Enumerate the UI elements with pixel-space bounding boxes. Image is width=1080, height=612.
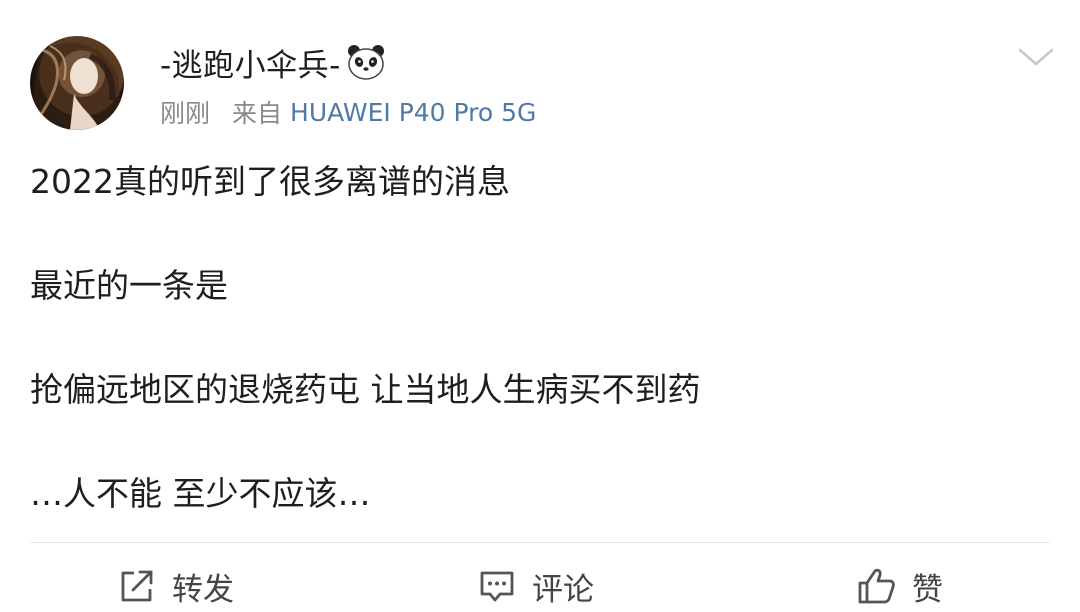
action-bar: 转发 评论 赞 — [0, 560, 1080, 612]
post-line: 2022真的听到了很多离谱的消息 — [30, 162, 510, 201]
post-meta: 刚刚 来自 HUAWEI P40 Pro 5G — [160, 92, 536, 132]
post-content: 2022真的听到了很多离谱的消息 最近的一条是 抢偏远地区的退烧药屯 让当地人生… — [30, 156, 1040, 520]
chevron-down-icon[interactable] — [1016, 44, 1056, 72]
panda-icon — [347, 44, 385, 80]
username-row: -逃跑小伞兵- — [160, 40, 385, 84]
thumbs-up-icon — [856, 567, 896, 605]
post-line: 最近的一条是 — [30, 266, 228, 305]
source-prefix: 来自 — [232, 99, 283, 128]
device-link[interactable]: HUAWEI P40 Pro 5G — [290, 98, 536, 127]
divider — [30, 542, 1050, 543]
like-label: 赞 — [912, 571, 943, 608]
username[interactable]: -逃跑小伞兵- — [160, 40, 341, 85]
repost-icon — [118, 568, 156, 604]
post-line: 抢偏远地区的退烧药屯 让当地人生病买不到药 — [30, 370, 701, 409]
comment-button[interactable]: 评论 — [478, 560, 594, 612]
post-time: 刚刚 — [160, 99, 211, 128]
repost-label: 转发 — [172, 571, 234, 608]
avatar[interactable] — [30, 36, 124, 130]
comment-label: 评论 — [532, 571, 594, 608]
like-button[interactable]: 赞 — [856, 560, 943, 612]
post-line: …人不能 至少不应该… — [30, 474, 371, 513]
comment-icon — [478, 568, 516, 604]
repost-button[interactable]: 转发 — [118, 560, 234, 612]
